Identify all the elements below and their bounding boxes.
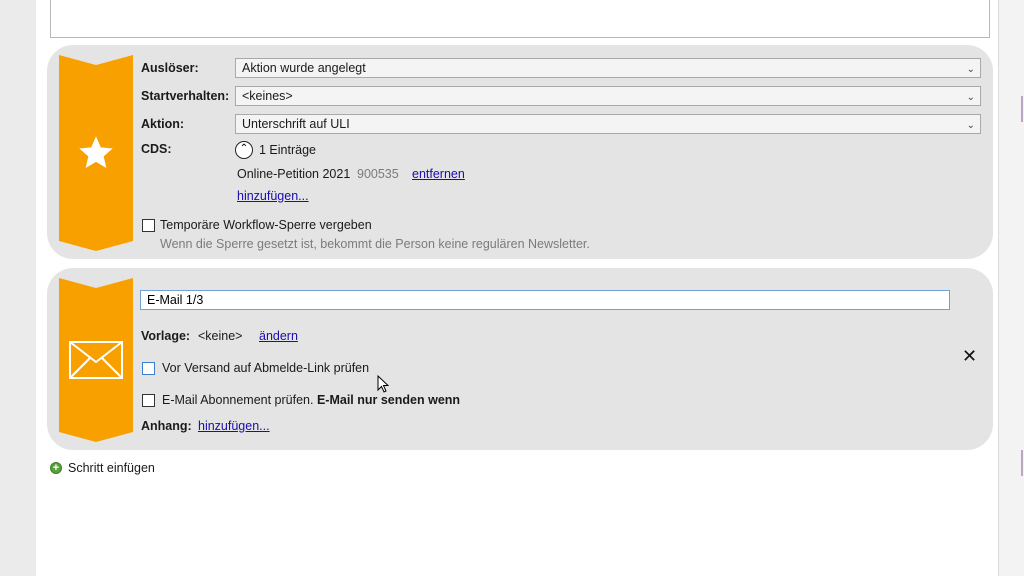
cds-label: CDS: bbox=[141, 142, 172, 156]
subscription-check-text: E-Mail Abonnement prüfen. bbox=[162, 393, 314, 407]
cds-entry-id: 900535 bbox=[357, 167, 399, 181]
workflow-step-email: Vorlage: <keine> ändern Vor Versand auf … bbox=[47, 268, 993, 450]
subscription-check-bold: E-Mail nur senden wenn bbox=[316, 393, 461, 407]
unsubscribe-check-checkbox[interactable] bbox=[142, 362, 155, 375]
template-label: Vorlage: bbox=[141, 329, 191, 343]
gutter-marker bbox=[1021, 96, 1023, 122]
mouse-cursor-icon bbox=[377, 375, 389, 393]
chevron-up-icon: ⌃ bbox=[239, 143, 249, 154]
add-step-link[interactable]: Schritt einfügen bbox=[68, 461, 155, 475]
trigger-value: Aktion wurde angelegt bbox=[242, 61, 366, 75]
unsubscribe-check-label: Vor Versand auf Abmelde-Link prüfen bbox=[162, 361, 370, 375]
workflow-lock-checkbox[interactable] bbox=[142, 219, 155, 232]
cds-entry-name: Online-Petition 2021 bbox=[237, 167, 351, 181]
cds-count: 1 Einträge bbox=[259, 143, 316, 157]
cds-remove-link[interactable]: entfernen bbox=[412, 167, 465, 181]
envelope-icon bbox=[68, 340, 124, 380]
trigger-label: Auslöser: bbox=[141, 61, 199, 75]
subscription-check-label: E-Mail Abonnement prüfen. E-Mail nur sen… bbox=[162, 393, 460, 407]
chevron-down-icon: ⌄ bbox=[966, 120, 975, 131]
star-icon bbox=[76, 133, 116, 173]
action-select[interactable]: Unterschrift auf ULI ⌄ bbox=[235, 114, 981, 134]
template-change-link[interactable]: ändern bbox=[259, 329, 298, 343]
start-behavior-value: <keines> bbox=[242, 89, 293, 103]
chevron-down-icon: ⌄ bbox=[966, 92, 975, 103]
plus-circle-icon[interactable]: + bbox=[50, 462, 62, 474]
attachment-add-link[interactable]: hinzufügen... bbox=[198, 419, 270, 433]
gutter-marker bbox=[1021, 450, 1023, 476]
workflow-step-trigger: Auslöser: Aktion wurde angelegt ⌄ Startv… bbox=[47, 45, 993, 259]
cds-add-link[interactable]: hinzufügen... bbox=[237, 189, 309, 203]
attachment-label: Anhang: bbox=[141, 419, 192, 433]
right-scroll-gutter bbox=[998, 0, 1024, 576]
collapse-cds-button[interactable]: ⌃ bbox=[235, 141, 253, 159]
action-value: Unterschrift auf ULI bbox=[242, 117, 350, 131]
subscription-check-checkbox[interactable] bbox=[142, 394, 155, 407]
previous-step-box bbox=[50, 0, 990, 38]
trigger-select[interactable]: Aktion wurde angelegt ⌄ bbox=[235, 58, 981, 78]
step-banner bbox=[59, 55, 133, 251]
start-behavior-label: Startverhalten: bbox=[141, 89, 230, 103]
workflow-lock-label: Temporäre Workflow-Sperre vergeben bbox=[160, 218, 372, 232]
action-label: Aktion: bbox=[141, 117, 185, 131]
step-name-input[interactable] bbox=[140, 290, 950, 310]
workflow-lock-hint: Wenn die Sperre gesetzt ist, bekommt die… bbox=[160, 237, 590, 251]
chevron-down-icon: ⌄ bbox=[966, 64, 975, 75]
start-behavior-select[interactable]: <keines> ⌄ bbox=[235, 86, 981, 106]
close-icon[interactable]: ✕ bbox=[962, 346, 977, 367]
template-value: <keine> bbox=[198, 329, 243, 343]
step-banner bbox=[59, 278, 133, 442]
